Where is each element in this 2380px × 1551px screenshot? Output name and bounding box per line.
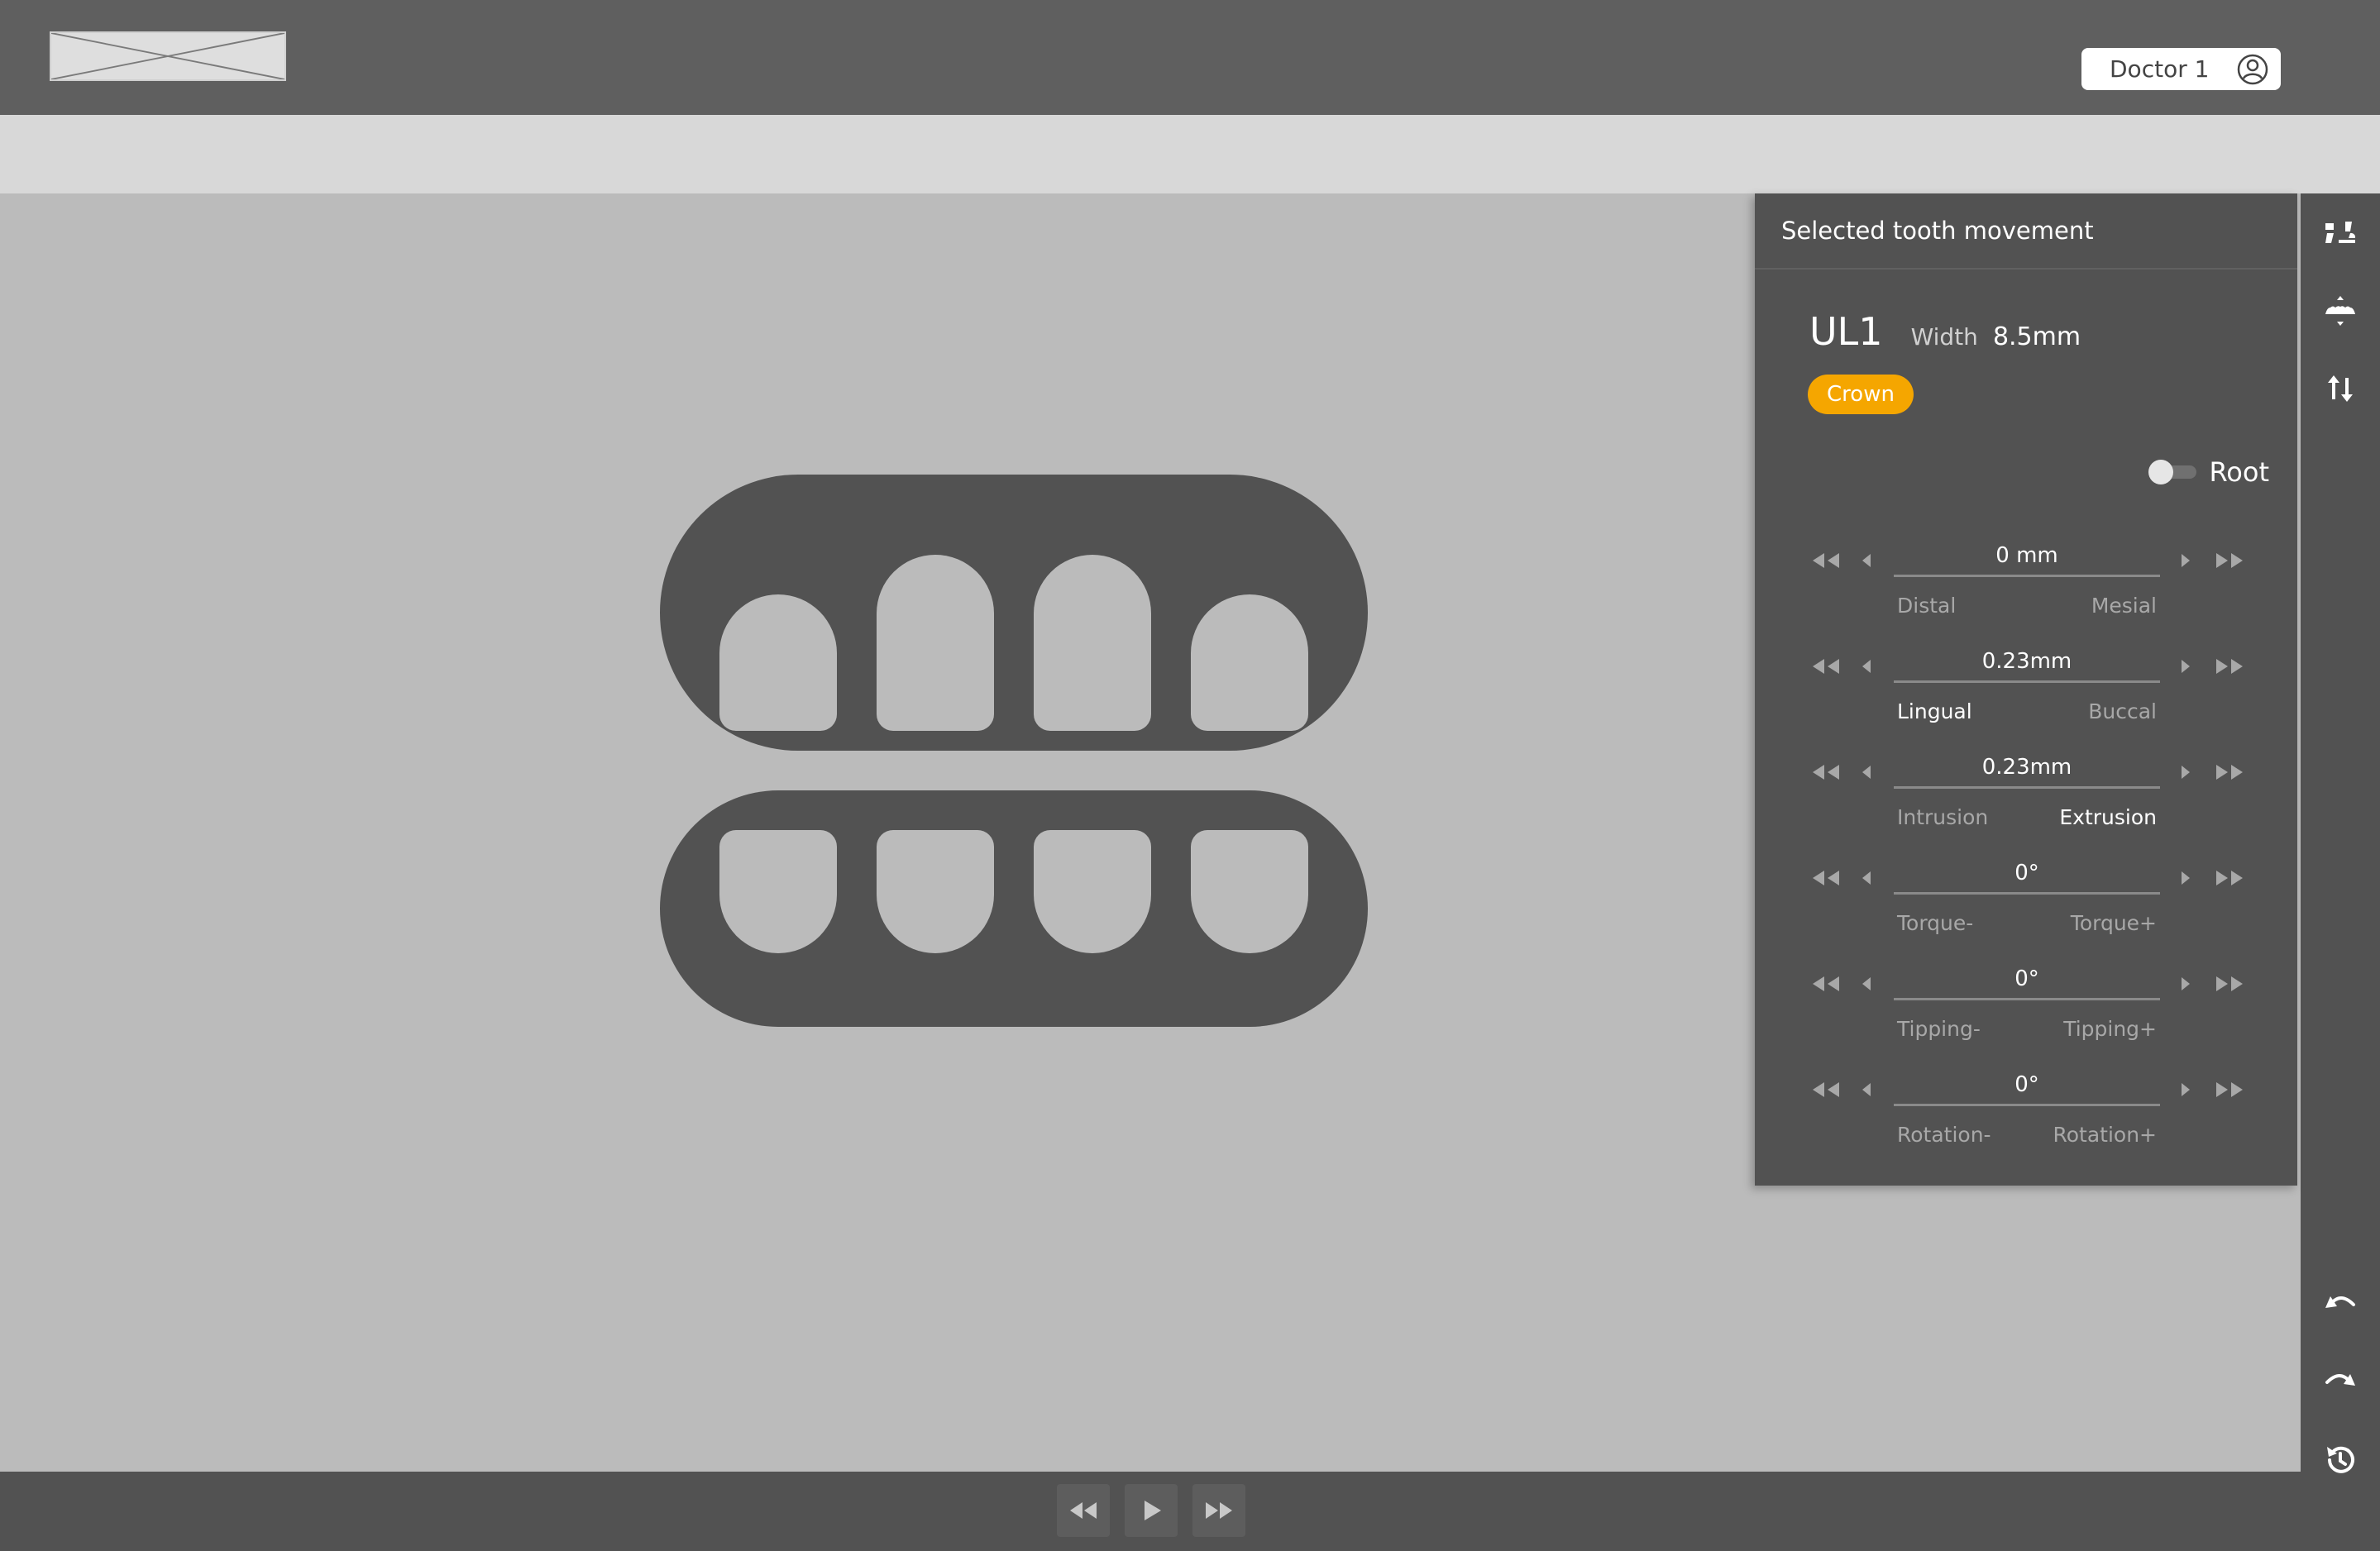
control-value[interactable]: 0° — [1894, 853, 2160, 895]
playback-bar — [0, 1472, 2301, 1551]
decrease-icon[interactable] — [1857, 757, 1877, 787]
fast-increase-icon[interactable] — [2213, 1075, 2246, 1105]
teeth-model[interactable] — [660, 475, 1368, 1027]
redo-icon[interactable] — [2320, 1361, 2360, 1401]
history-icon[interactable] — [2320, 1440, 2360, 1480]
fast-forward-button[interactable] — [1192, 1484, 1245, 1537]
play-icon — [1145, 1501, 1161, 1520]
user-menu-button[interactable]: Doctor 1 — [2081, 48, 2281, 90]
control-value[interactable]: 0.23mm — [1894, 642, 2160, 683]
root-switch[interactable] — [2148, 460, 2196, 484]
rewind-icon — [1070, 1502, 1097, 1519]
fast-decrease-icon[interactable] — [1809, 651, 1842, 681]
control-label-right: Buccal — [2088, 699, 2157, 723]
increase-icon[interactable] — [2175, 651, 2195, 681]
fast-decrease-icon[interactable] — [1809, 863, 1842, 893]
user-name: Doctor 1 — [2110, 55, 2210, 83]
width-label: Width — [1910, 323, 1978, 351]
playback-controls — [1057, 1484, 1245, 1537]
control-label-left: Lingual — [1897, 699, 1972, 723]
fast-increase-icon[interactable] — [2213, 546, 2246, 575]
tooth-id: UL1 — [1809, 309, 1883, 354]
fast-increase-icon[interactable] — [2213, 863, 2246, 893]
fast-decrease-icon[interactable] — [1809, 969, 1842, 999]
sub-toolbar — [0, 115, 2380, 193]
control-label-right: Mesial — [2091, 594, 2157, 618]
increase-icon[interactable] — [2175, 863, 2195, 893]
rewind-button[interactable] — [1057, 1484, 1110, 1537]
root-label: Root — [2209, 456, 2270, 488]
fast-decrease-icon[interactable] — [1809, 1075, 1842, 1105]
panel-title: Selected tooth movement — [1755, 193, 2297, 270]
control-row-intrusion-extrusion: 0.23mm Intrusion Extrusion — [1755, 746, 2297, 837]
control-label-left: Tipping- — [1897, 1017, 1981, 1041]
increase-icon[interactable] — [2175, 1075, 2195, 1105]
control-row-tipping: 0° Tipping- Tipping+ — [1755, 957, 2297, 1048]
right-toolbar — [2301, 193, 2380, 1551]
top-bar: Doctor 1 — [0, 0, 2380, 115]
undo-icon[interactable] — [2320, 1283, 2360, 1323]
fast-decrease-icon[interactable] — [1809, 757, 1842, 787]
decrease-icon[interactable] — [1857, 1075, 1877, 1105]
move-vertical-icon[interactable] — [2320, 369, 2360, 408]
crown-badge[interactable]: Crown — [1808, 375, 1914, 414]
control-label-left: Distal — [1897, 594, 1957, 618]
root-toggle[interactable]: Root — [2148, 456, 2270, 488]
control-label-left: Torque- — [1897, 911, 1974, 935]
decrease-icon[interactable] — [1857, 863, 1877, 893]
control-label-left: Rotation- — [1897, 1123, 1991, 1147]
fast-increase-icon[interactable] — [2213, 651, 2246, 681]
teeth-view-icon[interactable] — [2320, 213, 2360, 253]
control-value[interactable]: 0° — [1894, 959, 2160, 1000]
play-button[interactable] — [1125, 1484, 1178, 1537]
user-circle-icon — [2237, 54, 2268, 84]
control-row-rotation: 0° Rotation- Rotation+ — [1755, 1063, 2297, 1154]
control-label-right: Rotation+ — [2053, 1123, 2157, 1147]
control-label-right: Extrusion — [2059, 805, 2157, 829]
control-row-distal-mesial: 0 mm Distal Mesial — [1755, 534, 2297, 625]
control-label-right: Torque+ — [2070, 911, 2157, 935]
control-value[interactable]: 0° — [1894, 1065, 2160, 1106]
fast-decrease-icon[interactable] — [1809, 546, 1842, 575]
control-row-torque: 0° Torque- Torque+ — [1755, 852, 2297, 943]
control-value[interactable]: 0.23mm — [1894, 747, 2160, 789]
increase-icon[interactable] — [2175, 969, 2195, 999]
logo-placeholder-icon — [50, 31, 286, 81]
tooth-info: UL1 Width 8.5mm — [1809, 309, 2081, 354]
fast-increase-icon[interactable] — [2213, 969, 2246, 999]
control-label-left: Intrusion — [1897, 805, 1989, 829]
increase-icon[interactable] — [2175, 546, 2195, 575]
fast-increase-icon[interactable] — [2213, 757, 2246, 787]
tooth-movement-panel: Selected tooth movement UL1 Width 8.5mm … — [1755, 193, 2297, 1186]
arch-view-icon[interactable] — [2320, 291, 2360, 331]
decrease-icon[interactable] — [1857, 969, 1877, 999]
decrease-icon[interactable] — [1857, 546, 1877, 575]
control-value[interactable]: 0 mm — [1894, 536, 2160, 577]
width-value: 8.5mm — [1992, 322, 2081, 351]
fast-forward-icon — [1206, 1502, 1232, 1519]
control-label-right: Tipping+ — [2063, 1017, 2157, 1041]
control-row-lingual-buccal: 0.23mm Lingual Buccal — [1755, 640, 2297, 731]
increase-icon[interactable] — [2175, 757, 2195, 787]
decrease-icon[interactable] — [1857, 651, 1877, 681]
